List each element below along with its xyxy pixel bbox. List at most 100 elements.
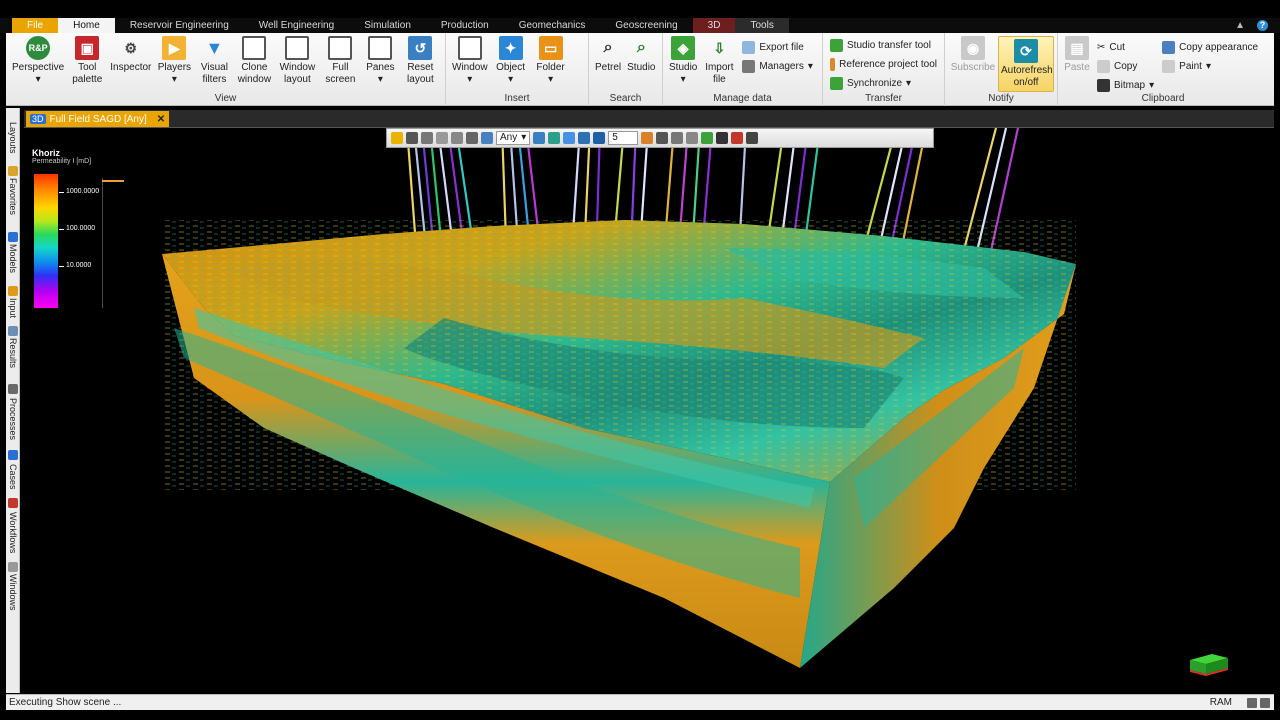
- sidebar-tab-models[interactable]: Models: [6, 244, 20, 273]
- tab-production[interactable]: Production: [426, 18, 504, 33]
- orient-icon[interactable]: [578, 132, 591, 144]
- axis-icon[interactable]: [686, 132, 699, 144]
- tool-palette-label: Tool palette: [72, 62, 103, 85]
- tab-geoscreening[interactable]: Geoscreening: [600, 18, 692, 33]
- pick-mode-icon[interactable]: [391, 132, 403, 144]
- layout-icon[interactable]: [1247, 698, 1257, 708]
- import-file-button[interactable]: ⇩ Import file: [700, 36, 738, 86]
- reset-layout-button[interactable]: ↺ Reset layout: [400, 36, 440, 86]
- clip-icon[interactable]: [671, 132, 684, 144]
- ribbon-group-insert: Window ▾ ✦ Object ▾ ▭ Folder ▾ Insert: [446, 33, 589, 106]
- menu-bar: File Home Reservoir Engineering Well Eng…: [0, 18, 1280, 33]
- clone-window-label: Clone window: [237, 62, 272, 85]
- copy-button[interactable]: Copy: [1097, 59, 1154, 74]
- copy-label: Copy: [1114, 61, 1138, 72]
- search-studio-button[interactable]: ⌕ Studio: [624, 36, 658, 74]
- rotate-icon[interactable]: [466, 132, 478, 144]
- group-title-transfer: Transfer: [865, 93, 902, 104]
- select-pointer-icon[interactable]: [406, 132, 418, 144]
- paste-button[interactable]: ▤ Paste: [1061, 36, 1093, 74]
- sidebar-tab-cases[interactable]: Cases: [6, 464, 20, 490]
- paint-icon: [1162, 60, 1176, 73]
- camera-icon[interactable]: [716, 132, 729, 144]
- panes-button[interactable]: Panes ▾: [360, 36, 400, 86]
- insert-folder-button[interactable]: ▭ Folder ▾: [531, 36, 571, 86]
- clone-window-button[interactable]: Clone window: [234, 36, 274, 86]
- reference-project-icon: [830, 58, 836, 71]
- synchronize-label: Synchronize: [847, 78, 903, 89]
- insert-window-button[interactable]: Window ▾: [449, 36, 491, 86]
- tab-reservoir-engineering[interactable]: Reservoir Engineering: [115, 18, 244, 33]
- sidebar-tab-workflows[interactable]: Workflows: [6, 512, 20, 553]
- sidebar-tab-input[interactable]: Input: [6, 298, 20, 318]
- view-all-icon[interactable]: [548, 132, 561, 144]
- managers-button[interactable]: Managers ▾: [742, 59, 813, 74]
- panel-icon[interactable]: [1260, 698, 1270, 708]
- sidebar-tab-results[interactable]: Results: [6, 338, 20, 368]
- subscribe-button[interactable]: ◉ Subscribe: [948, 36, 998, 74]
- view-icon[interactable]: [451, 132, 463, 144]
- document-tab-full-field-sagd[interactable]: 3D Full Field SAGD [Any] ✕: [26, 111, 170, 127]
- tab-home[interactable]: Home: [58, 18, 115, 33]
- tab-3d[interactable]: 3D: [692, 18, 736, 33]
- window-layout-button[interactable]: Window layout: [274, 36, 320, 86]
- full-screen-button[interactable]: Full screen: [320, 36, 360, 86]
- inspector-icon: ⚙: [124, 40, 138, 56]
- copy-appearance-icon: [1162, 41, 1176, 54]
- models-icon: [8, 232, 18, 242]
- manage-studio-button[interactable]: ◈ Studio ▾: [666, 36, 700, 86]
- inspector-button[interactable]: ⚙ Inspector: [107, 36, 154, 74]
- minimize-ribbon-icon[interactable]: ▲: [1235, 20, 1245, 31]
- autorefresh-button[interactable]: ⟳ Autorefresh on/off: [998, 36, 1054, 92]
- domain-select[interactable]: Any ▾: [496, 131, 531, 145]
- pin-icon[interactable]: [746, 132, 759, 144]
- orientation-cube-icon[interactable]: [1186, 648, 1232, 678]
- paint-button[interactable]: Paint ▾: [1162, 59, 1258, 74]
- tab-tools[interactable]: Tools: [735, 18, 789, 33]
- bitmap-button[interactable]: Bitmap ▾: [1097, 78, 1154, 93]
- studio-transfer-tool-button[interactable]: Studio transfer tool: [830, 38, 937, 53]
- eye-icon[interactable]: [656, 132, 669, 144]
- sidebar-tab-processes[interactable]: Processes: [6, 398, 20, 440]
- home-view-icon[interactable]: [533, 132, 546, 144]
- visual-filters-button[interactable]: ▼ Visual filters: [194, 36, 234, 86]
- group-title-notify: Notify: [988, 93, 1014, 104]
- zoom-icon[interactable]: [563, 132, 576, 144]
- globe-icon[interactable]: [593, 132, 606, 144]
- ribbon-group-search: ⌕ Petrel ⌕ Studio Search: [589, 33, 663, 106]
- tab-geomechanics[interactable]: Geomechanics: [504, 18, 601, 33]
- export-file-button[interactable]: Export file: [742, 40, 813, 55]
- cut-button[interactable]: ✂ Cut: [1097, 40, 1154, 55]
- players-label: Players: [157, 62, 192, 73]
- sidebar-tab-layouts[interactable]: Layouts: [6, 122, 20, 154]
- light-icon[interactable]: [641, 132, 654, 144]
- close-icon[interactable]: ✕: [157, 114, 165, 125]
- players-button[interactable]: ▶ Players ▾: [154, 36, 194, 86]
- 3d-viewport[interactable]: Khoriz Permeability I [mD] 1000.0000 100…: [24, 128, 1274, 693]
- search-petrel-button[interactable]: ⌕ Petrel: [592, 36, 624, 74]
- synchronize-button[interactable]: Synchronize ▾: [830, 76, 937, 91]
- toolbox-icon: ▣: [75, 36, 100, 60]
- sidebar-tab-windows[interactable]: Windows: [6, 574, 20, 611]
- insert-object-button[interactable]: ✦ Object ▾: [491, 36, 531, 86]
- reference-project-tool-button[interactable]: Reference project tool: [830, 57, 937, 72]
- bitmap-label: Bitmap: [1114, 80, 1146, 91]
- perspective-button[interactable]: R&P Perspective ▾: [9, 36, 67, 86]
- tab-simulation[interactable]: Simulation: [349, 18, 426, 33]
- link-icon[interactable]: [481, 132, 493, 144]
- background-icon[interactable]: [701, 132, 714, 144]
- sidebar-tab-favorites[interactable]: Favorites: [6, 178, 20, 215]
- scissors-icon: ✂: [1097, 42, 1106, 53]
- tab-file[interactable]: File: [12, 18, 59, 33]
- tool-palette-button[interactable]: ▣ Tool palette: [67, 36, 107, 86]
- record-icon[interactable]: [731, 132, 744, 144]
- panes-label: Panes: [366, 62, 395, 73]
- vertical-exaggeration-field[interactable]: 5: [608, 131, 639, 145]
- ribbon-group-notify: ◉ Subscribe ⟳ Autorefresh on/off Notify: [945, 33, 1058, 106]
- eraser-icon[interactable]: [436, 132, 448, 144]
- reset-layout-icon: ↺: [408, 36, 433, 60]
- copy-appearance-button[interactable]: Copy appearance: [1162, 40, 1258, 55]
- tab-well-engineering[interactable]: Well Engineering: [244, 18, 349, 33]
- help-icon[interactable]: ?: [1257, 20, 1268, 31]
- measure-icon[interactable]: [421, 132, 433, 144]
